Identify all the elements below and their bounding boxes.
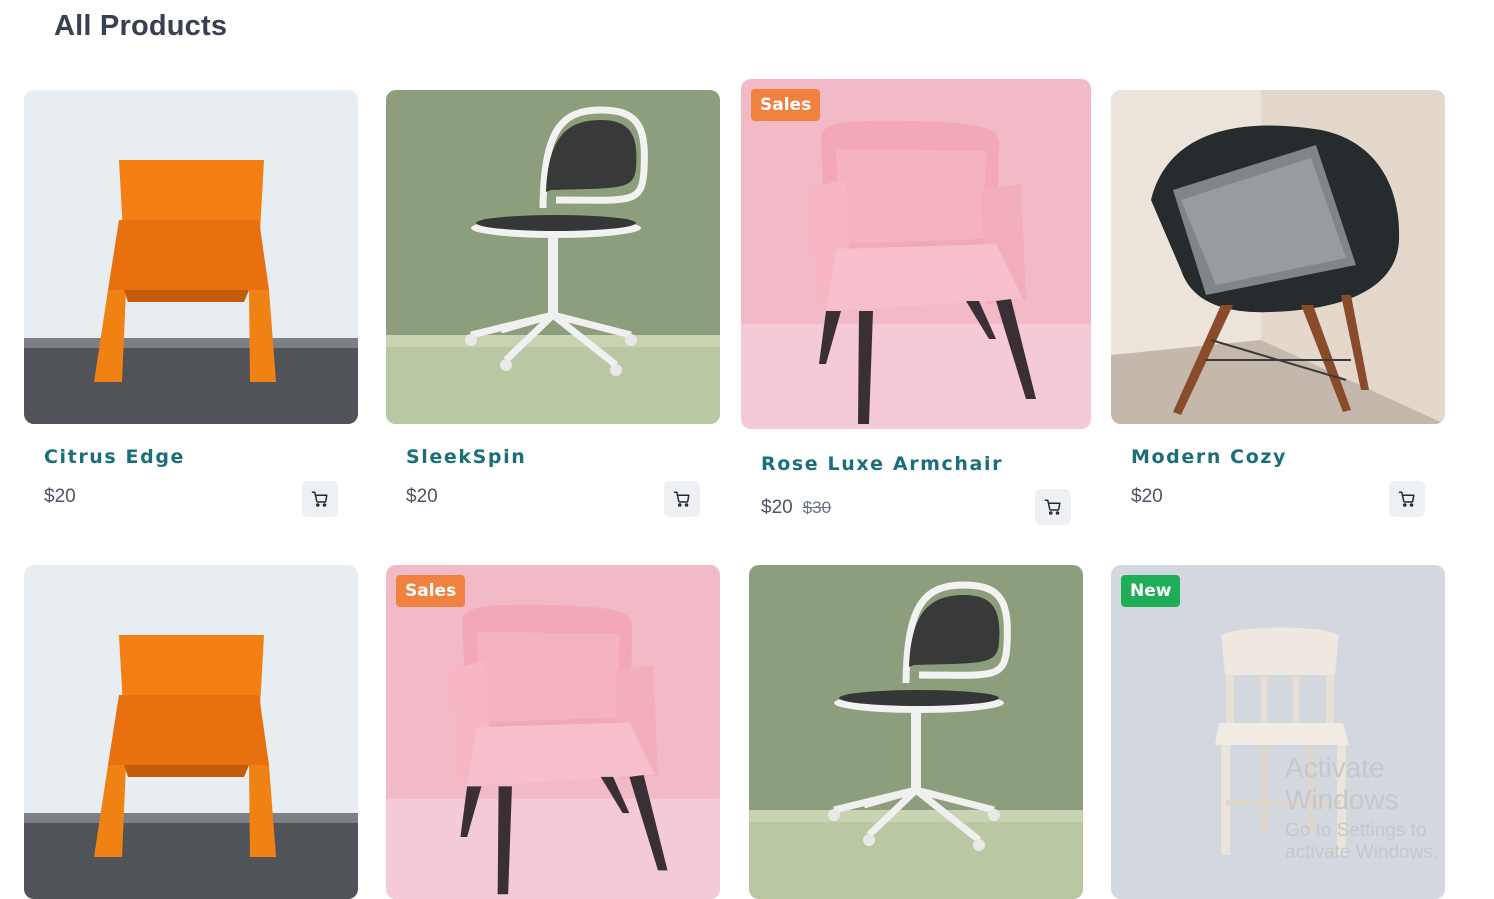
product-image-office-swivel-chair[interactable] <box>749 565 1083 899</box>
shopping-cart-icon <box>673 491 690 507</box>
product-card-citrus-edge[interactable]: Citrus Edge $20 <box>24 90 358 517</box>
product-image-pink-armchair[interactable]: Sales <box>741 79 1091 429</box>
original-price: $30 <box>802 498 832 517</box>
add-to-cart-button[interactable] <box>302 481 338 517</box>
current-price: $20 <box>44 486 76 507</box>
price: $20 <box>1131 486 1163 508</box>
new-badge: New <box>1121 575 1181 607</box>
shopping-cart-icon <box>1044 499 1061 515</box>
product-card-rose-luxe-armchair[interactable]: Sales Rose Luxe Armchair $20 $30 <box>741 79 1091 525</box>
add-to-cart-button[interactable] <box>664 481 700 517</box>
product-image-black-shell-chair[interactable] <box>1111 90 1445 424</box>
shopping-cart-icon <box>311 491 328 507</box>
price: $20 $30 <box>761 497 831 519</box>
product-name[interactable]: Rose Luxe Armchair <box>761 453 1003 475</box>
product-image-orange-chair[interactable] <box>24 90 358 424</box>
product-card-pink-armchair[interactable]: Sales <box>386 565 720 899</box>
product-card-modern-cozy[interactable]: Modern Cozy $20 <box>1111 90 1445 517</box>
product-image-orange-chair[interactable] <box>24 565 358 899</box>
current-price: $20 <box>761 497 793 518</box>
page-title: All Products <box>54 10 228 42</box>
add-to-cart-button[interactable] <box>1389 481 1425 517</box>
product-image-pink-armchair[interactable]: Sales <box>386 565 720 899</box>
product-name[interactable]: Modern Cozy <box>1131 446 1287 468</box>
product-card-office-swivel-chair[interactable] <box>749 565 1083 899</box>
price: $20 <box>406 486 438 508</box>
product-card-sleekspin[interactable]: SleekSpin $20 <box>386 90 720 517</box>
shopping-cart-icon <box>1398 491 1415 507</box>
product-name[interactable]: Citrus Edge <box>44 446 185 468</box>
add-to-cart-button[interactable] <box>1035 489 1071 525</box>
product-card-white-wooden-chair[interactable]: New <box>1111 565 1445 899</box>
product-card-orange-chair[interactable] <box>24 565 358 899</box>
price: $20 <box>44 486 76 508</box>
sales-badge: Sales <box>751 89 821 121</box>
sales-badge: Sales <box>396 575 466 607</box>
product-image-white-wooden-chair[interactable]: New <box>1111 565 1445 899</box>
current-price: $20 <box>1131 486 1163 507</box>
current-price: $20 <box>406 486 438 507</box>
product-image-office-swivel-chair[interactable] <box>386 90 720 424</box>
product-name[interactable]: SleekSpin <box>406 446 526 468</box>
